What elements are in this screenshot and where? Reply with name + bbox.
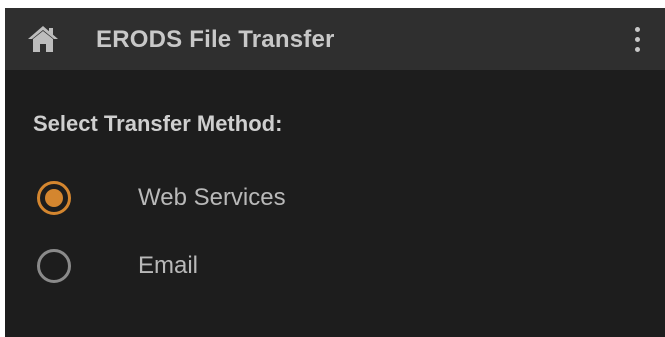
radio-button-checked[interactable] [37,181,71,215]
kebab-menu-icon [634,26,640,32]
radio-dot [45,189,63,207]
app-window: ERODS File Transfer Select Transfer Meth… [5,8,665,337]
home-button[interactable] [27,23,59,55]
radio-option-web-services[interactable]: Web Services [5,173,665,223]
option-label-web-services[interactable]: Web Services [138,173,286,223]
radio-button-unchecked[interactable] [37,249,71,283]
transfer-method-label: Select Transfer Method: [33,111,283,136]
title-bar: ERODS File Transfer [5,8,665,70]
home-icon [28,26,58,52]
option-label-email[interactable]: Email [138,241,198,291]
app-title: ERODS File Transfer [96,26,335,53]
more-options-button[interactable] [627,22,647,56]
kebab-dot [634,36,640,42]
kebab-dot [634,46,640,52]
radio-option-email[interactable]: Email [5,241,665,291]
